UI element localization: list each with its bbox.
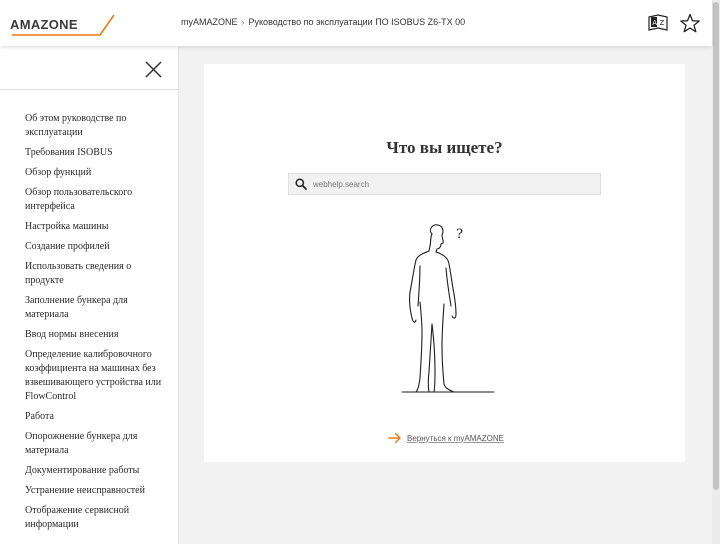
search-box[interactable] <box>288 173 601 195</box>
language-az-icon[interactable]: A Z <box>647 13 669 33</box>
svg-text:Z: Z <box>660 19 665 27</box>
sidebar-item-isobus-requirements[interactable]: Требования ISOBUS <box>0 144 178 164</box>
search-icon <box>295 178 307 190</box>
sidebar-item-create-profiles[interactable]: Создание профилей <box>0 238 178 258</box>
sidebar-item-calibration[interactable]: Определение калибровочного коэффициента … <box>0 346 178 408</box>
logo-text: AMAZONE <box>10 17 78 32</box>
confused-person-illustration: ? <box>401 224 495 393</box>
amazone-logo[interactable]: AMAZONE <box>10 13 116 37</box>
sidebar: Об этом руководстве по эксплуатации Треб… <box>0 46 179 544</box>
arrow-right-icon <box>388 432 401 444</box>
close-icon[interactable] <box>145 61 162 78</box>
back-link-text: Вернуться к myAMAZONE <box>407 433 504 443</box>
sidebar-item-machine-setup[interactable]: Настройка машины <box>0 218 178 238</box>
question-mark: ? <box>456 227 463 242</box>
back-to-myamazone-link[interactable]: Вернуться к myAMAZONE <box>388 432 504 444</box>
sidebar-item-troubleshooting[interactable]: Устранение неисправностей <box>0 482 178 502</box>
star-icon[interactable] <box>679 13 701 33</box>
sidebar-header <box>0 46 178 90</box>
header: AMAZONE myAMAZONE › Руководство по эксплуа… <box>0 0 712 46</box>
sidebar-item-application-rate[interactable]: Ввод нормы внесения <box>0 326 178 346</box>
sidebar-item-functions-overview[interactable]: Обзор функций <box>0 164 178 184</box>
sidebar-item-empty-hopper[interactable]: Опорожнение бункера для материала <box>0 428 178 462</box>
sidebar-item-documenting-work[interactable]: Документирование работы <box>0 462 178 482</box>
sidebar-item-service-info[interactable]: Отображение сервисной информации <box>0 502 178 536</box>
breadcrumb-separator: › <box>241 17 245 27</box>
page-title: Что вы ищете? <box>386 138 503 157</box>
breadcrumb: myAMAZONE › Руководство по эксплуатации ПО… <box>181 17 465 27</box>
sidebar-nav: Об этом руководстве по эксплуатации Треб… <box>0 90 178 536</box>
page-scrollbar[interactable] <box>712 0 720 544</box>
sidebar-item-product-info[interactable]: Использовать сведения о продукте <box>0 258 178 292</box>
scrollbar-thumb[interactable] <box>713 2 719 490</box>
svg-text:A: A <box>652 19 657 27</box>
breadcrumb-home-link[interactable]: myAMAZONE <box>181 17 238 27</box>
sidebar-item-ui-overview[interactable]: Обзор пользовательского интерфейса <box>0 184 178 218</box>
search-card: Что вы ищете? ? <box>204 64 685 462</box>
search-input[interactable] <box>313 174 598 194</box>
breadcrumb-current: Руководство по эксплуатации ПО ISOBUS Z6… <box>248 17 466 27</box>
sidebar-item-fill-hopper[interactable]: Заполнение бункера для материала <box>0 292 178 326</box>
sidebar-item-operation[interactable]: Работа <box>0 408 178 428</box>
sidebar-item-about-manual[interactable]: Об этом руководстве по эксплуатации <box>0 110 178 144</box>
